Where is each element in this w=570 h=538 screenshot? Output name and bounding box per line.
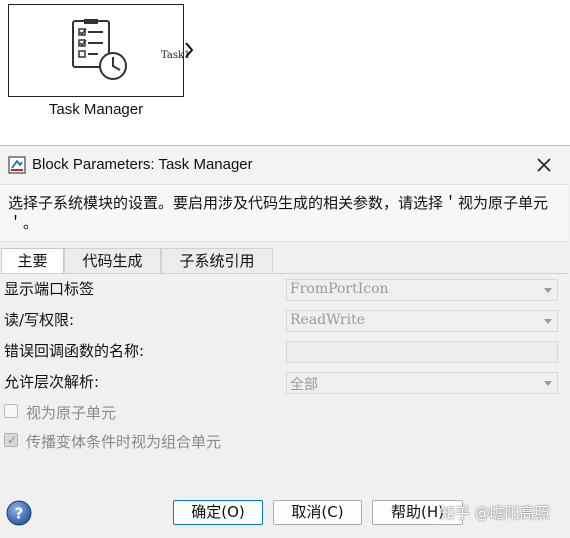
error-callback-label: 错误回调函数的名称: — [4, 342, 145, 360]
show-port-labels-dropdown[interactable]: FromPortIcon — [286, 279, 558, 301]
tab-divider — [0, 273, 568, 274]
output-port-arrow-icon[interactable] — [184, 41, 194, 59]
svg-text:?: ? — [15, 505, 24, 523]
help-icon[interactable]: ? — [6, 500, 32, 526]
checkmark-icon: ✓ — [7, 433, 18, 447]
tab-subsystem-reference[interactable]: 子系统引用 — [161, 248, 273, 274]
permit-hierarchical-value: 全部 — [290, 377, 318, 393]
propagate-variant-label: 传播变体条件时视为组合单元 — [26, 433, 222, 451]
tab-code-generation[interactable]: 代码生成 — [64, 248, 161, 274]
read-write-value: ReadWrite — [290, 312, 365, 328]
tab-main[interactable]: 主要 — [1, 248, 64, 274]
permit-hierarchical-label: 允许层次解析: — [4, 373, 100, 391]
chevron-down-icon — [544, 381, 552, 386]
show-port-labels-label: 显示端口标签 — [4, 280, 95, 298]
task-list-clock-icon — [72, 19, 127, 80]
atomic-unit-label: 视为原子单元 — [26, 404, 117, 422]
description-panel: 选择子系统模块的设置。要启用涉及代码生成的相关参数，请选择＇视为原子单元＇。 — [0, 184, 568, 242]
ok-button[interactable]: 确定(O) — [173, 500, 263, 525]
simulink-block-icon — [8, 156, 26, 174]
show-port-labels-value: FromPortIcon — [290, 281, 389, 297]
propagate-variant-checkbox[interactable]: ✓ — [4, 433, 18, 447]
block-name[interactable]: Task Manager — [8, 101, 184, 118]
permit-hierarchical-dropdown[interactable]: 全部 — [286, 372, 558, 394]
error-callback-input[interactable] — [286, 341, 558, 363]
chevron-down-icon — [544, 288, 552, 293]
dialog-title: Block Parameters: Task Manager — [32, 156, 253, 173]
atomic-unit-checkbox[interactable] — [4, 404, 18, 418]
watermark: 知乎 @瞻阳高照 — [440, 504, 550, 522]
block-parameters-dialog: Block Parameters: Task Manager 选择子系统模块的设… — [0, 145, 570, 538]
cancel-button[interactable]: 取消(C) — [273, 500, 362, 525]
task-manager-block[interactable]: Task1 — [8, 4, 190, 97]
chevron-down-icon — [544, 319, 552, 324]
dialog-titlebar[interactable]: Block Parameters: Task Manager — [0, 146, 570, 184]
description-text: 选择子系统模块的设置。要启用涉及代码生成的相关参数，请选择＇视为原子单元＇。 — [8, 194, 549, 232]
close-icon[interactable] — [532, 153, 556, 177]
read-write-label: 读/写权限: — [4, 311, 75, 329]
read-write-dropdown[interactable]: ReadWrite — [286, 310, 558, 332]
